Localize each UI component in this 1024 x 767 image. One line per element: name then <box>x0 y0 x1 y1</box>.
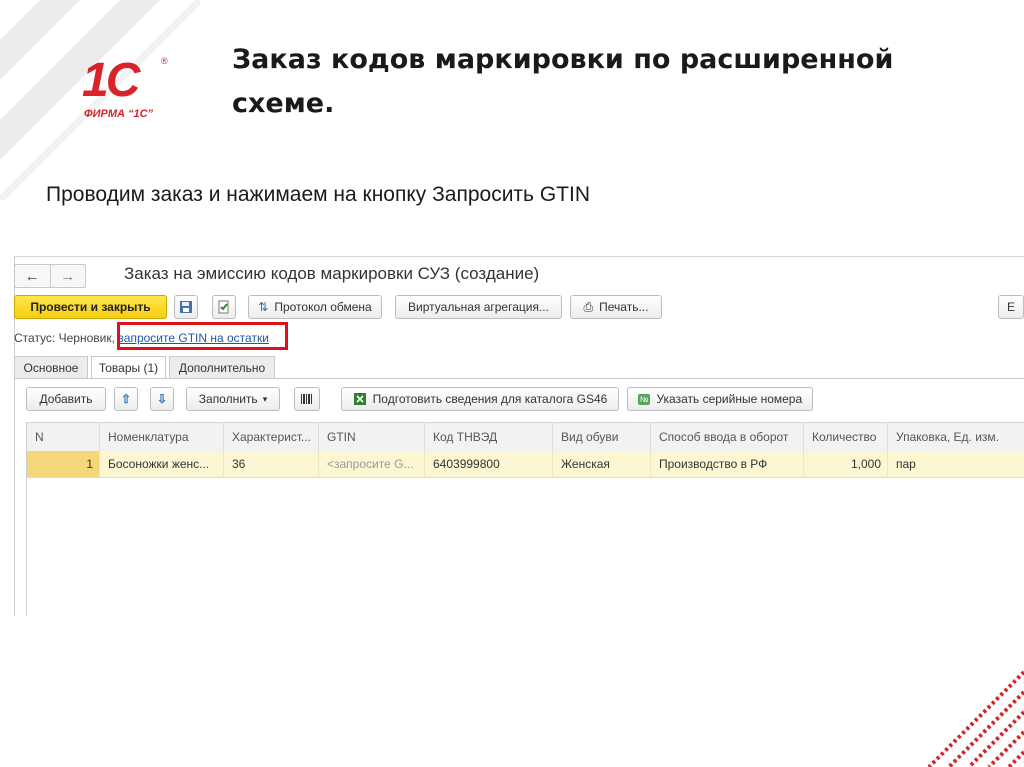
company-logo: 1C ® ФИРМА “1С” <box>80 56 176 126</box>
column-header-quantity[interactable]: Количество <box>804 423 888 451</box>
print-button[interactable]: ⎙ Печать... <box>570 295 662 319</box>
printer-icon: ⎙ <box>583 299 594 314</box>
slide-subtitle: Проводим заказ и нажимаем на кнопку Запр… <box>46 183 590 206</box>
cell-unit[interactable]: пар <box>888 451 1024 477</box>
column-header-unit[interactable]: Упаковка, Ед. изм. <box>888 423 1024 451</box>
prepare-catalog-button[interactable]: Подготовить сведения для каталога GS46 <box>341 387 619 411</box>
cell-quantity[interactable]: 1,000 <box>804 451 888 477</box>
app-window: ← → Заказ на эмиссию кодов маркировки СУ… <box>14 242 1024 616</box>
move-up-button[interactable]: ⇧ <box>114 387 138 411</box>
exchange-log-label: Протокол обмена <box>274 300 372 314</box>
print-label: Печать... <box>599 300 649 314</box>
window-divider <box>14 256 1024 257</box>
cell-tnved[interactable]: 6403999800 <box>425 451 553 477</box>
tab-goods[interactable]: Товары (1) <box>91 356 166 379</box>
status-label: Статус: <box>14 331 56 345</box>
exchange-icon: ⇅ <box>258 300 269 314</box>
logo-firm-name: ФИРМА “1С” <box>84 108 154 120</box>
tab-main[interactable]: Основное <box>14 356 88 378</box>
cell-n[interactable]: 1 <box>27 451 100 477</box>
column-header-entry-method[interactable]: Способ ввода в оборот <box>651 423 804 451</box>
post-document-icon <box>218 300 229 314</box>
table-header: N Номенклатура Характерист... GTIN Код Т… <box>27 422 1024 452</box>
back-button[interactable]: ← <box>15 265 50 287</box>
post-button[interactable] <box>212 295 236 319</box>
column-header-shoe-type[interactable]: Вид обуви <box>553 423 651 451</box>
tab-additional[interactable]: Дополнительно <box>169 356 275 378</box>
status-value: Черновик, <box>58 331 115 345</box>
column-header-n[interactable]: N <box>27 423 100 451</box>
serial-numbers-label: Указать серийные номера <box>656 392 803 406</box>
dropdown-arrow-icon: ▾ <box>262 393 268 404</box>
column-header-characteristic[interactable]: Характерист... <box>224 423 319 451</box>
table-toolbar: Добавить ⇧ ⇩ Заполнить ▾ Подготовить свед… <box>14 387 1024 413</box>
logo-registered-mark: ® <box>161 56 168 66</box>
highlight-box <box>117 322 288 350</box>
more-button[interactable]: Е <box>998 295 1024 319</box>
barcode-icon <box>301 394 312 404</box>
fill-label: Заполнить <box>198 392 258 406</box>
main-toolbar: Провести и закрыть ⇅ Протокол обмена Вирт… <box>14 295 1024 321</box>
window-title: Заказ на эмиссию кодов маркировки СУЗ (с… <box>124 264 540 283</box>
add-button[interactable]: Добавить <box>26 387 106 411</box>
slide-title: Заказ кодов маркировки по расширенной сх… <box>232 44 894 119</box>
cell-shoe-type[interactable]: Женская <box>553 451 651 477</box>
arrow-right-icon: → <box>60 267 76 285</box>
corner-decoration <box>927 670 1024 767</box>
cell-entry-method[interactable]: Производство в РФ <box>651 451 804 477</box>
logo-mark: 1C <box>82 54 140 107</box>
excel-icon <box>353 393 366 405</box>
tab-underline <box>14 378 1024 379</box>
barcode-button[interactable] <box>294 387 320 411</box>
virtual-aggregation-button[interactable]: Виртуальная агрегация... <box>395 295 562 319</box>
arrow-up-icon: ⇧ <box>120 392 132 406</box>
forward-button[interactable]: → <box>49 265 86 287</box>
table-row[interactable]: 1 Босоножки женс... 36 <запросите G... 6… <box>27 451 1024 478</box>
exchange-log-button[interactable]: ⇅ Протокол обмена <box>248 295 382 319</box>
save-button[interactable] <box>174 295 198 319</box>
column-header-gtin[interactable]: GTIN <box>319 423 425 451</box>
move-down-button[interactable]: ⇩ <box>150 387 174 411</box>
cell-gtin[interactable]: <запросите G... <box>319 451 425 477</box>
serial-icon: № <box>637 393 651 405</box>
serial-numbers-button[interactable]: № Указать серийные номера <box>627 387 813 411</box>
arrow-left-icon: ← <box>24 267 40 285</box>
tab-bar: Основное Товары (1) Дополнительно <box>14 356 1024 379</box>
column-header-tnved[interactable]: Код ТНВЭД <box>425 423 553 451</box>
goods-table: N Номенклатура Характерист... GTIN Код Т… <box>26 422 1024 616</box>
column-header-nomenclature[interactable]: Номенклатура <box>100 423 224 451</box>
floppy-disk-icon <box>180 301 192 313</box>
arrow-down-icon: ⇩ <box>156 392 168 406</box>
post-and-close-button[interactable]: Провести и закрыть <box>14 295 167 319</box>
fill-button[interactable]: Заполнить ▾ <box>186 387 280 411</box>
cell-characteristic[interactable]: 36 <box>224 451 319 477</box>
navigation-buttons: ← → <box>14 264 86 288</box>
prepare-catalog-label: Подготовить сведения для каталога GS46 <box>372 392 608 406</box>
cell-nomenclature[interactable]: Босоножки женс... <box>100 451 224 477</box>
